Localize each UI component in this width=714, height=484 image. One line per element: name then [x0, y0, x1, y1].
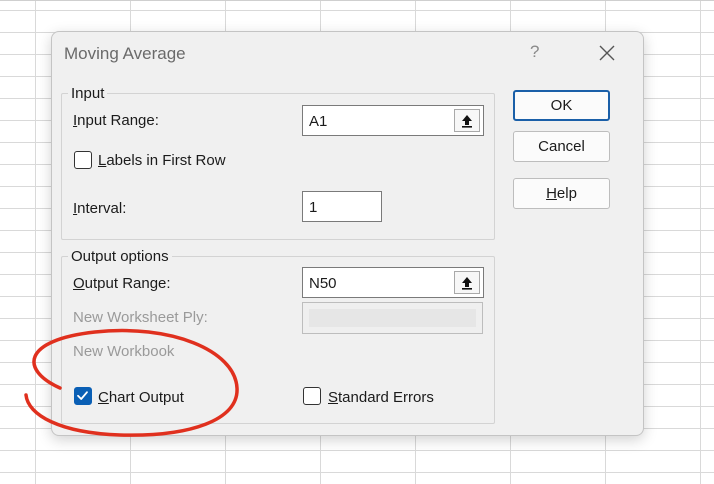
help-question-icon[interactable]: ? [530, 42, 539, 62]
output-range-value: N50 [309, 275, 337, 292]
labels-first-row-checkbox[interactable] [74, 151, 92, 169]
new-worksheet-ply-inner [309, 309, 476, 327]
standard-errors-label[interactable]: Standard Errors [328, 389, 434, 406]
sheet-border [0, 0, 714, 1]
chart-output-mnemonic: C [98, 389, 109, 406]
input-range-value: A1 [309, 113, 328, 130]
standard-errors-mnemonic: S [328, 389, 339, 406]
chart-output-label[interactable]: Chart Output [98, 389, 184, 406]
new-worksheet-ply-field [302, 302, 483, 334]
input-range-field[interactable]: A1 [302, 105, 484, 136]
standard-errors-checkbox[interactable] [303, 387, 321, 405]
interval-label-rest: nterval: [77, 200, 127, 217]
output-range-label-rest: utput Range: [84, 275, 171, 292]
interval-value: 1 [309, 199, 318, 216]
close-icon[interactable] [596, 42, 618, 64]
output-options-legend: Output options [71, 248, 169, 265]
interval-label: Interval: [73, 200, 126, 217]
chart-output-label-rest: hart Output [108, 389, 184, 406]
output-range-field[interactable]: N50 [302, 267, 484, 298]
standard-errors-label-rest: tandard Errors [338, 389, 434, 406]
dialog-title: Moving Average [64, 44, 186, 63]
output-range-mnemonic: O [73, 275, 85, 292]
help-label-rest: elp [556, 185, 577, 202]
checkmark-icon [77, 391, 88, 400]
new-workbook-label: New Workbook [73, 343, 175, 360]
ok-button[interactable]: OK [513, 90, 610, 121]
output-range-label: Output Range: [73, 275, 171, 292]
chart-output-checkbox[interactable] [74, 387, 92, 405]
collapse-dialog-icon[interactable] [454, 271, 480, 294]
help-mnemonic: H [546, 185, 557, 202]
input-range-label: Input Range: [73, 112, 159, 129]
new-worksheet-ply-label: New Worksheet Ply: [73, 309, 208, 326]
input-group-legend: Input [71, 85, 105, 102]
input-range-label-rest: nput Range: [77, 112, 159, 129]
interval-field[interactable]: 1 [302, 191, 382, 222]
collapse-dialog-icon[interactable] [454, 109, 480, 132]
cancel-button[interactable]: Cancel [513, 131, 610, 162]
moving-average-dialog: Moving Average ? Input Input Range: A1 L… [51, 31, 644, 436]
labels-first-row-label[interactable]: Labels in First Row [98, 152, 226, 169]
help-button[interactable]: Help [513, 178, 610, 209]
labels-first-row-rest: abels in First Row [106, 152, 226, 169]
